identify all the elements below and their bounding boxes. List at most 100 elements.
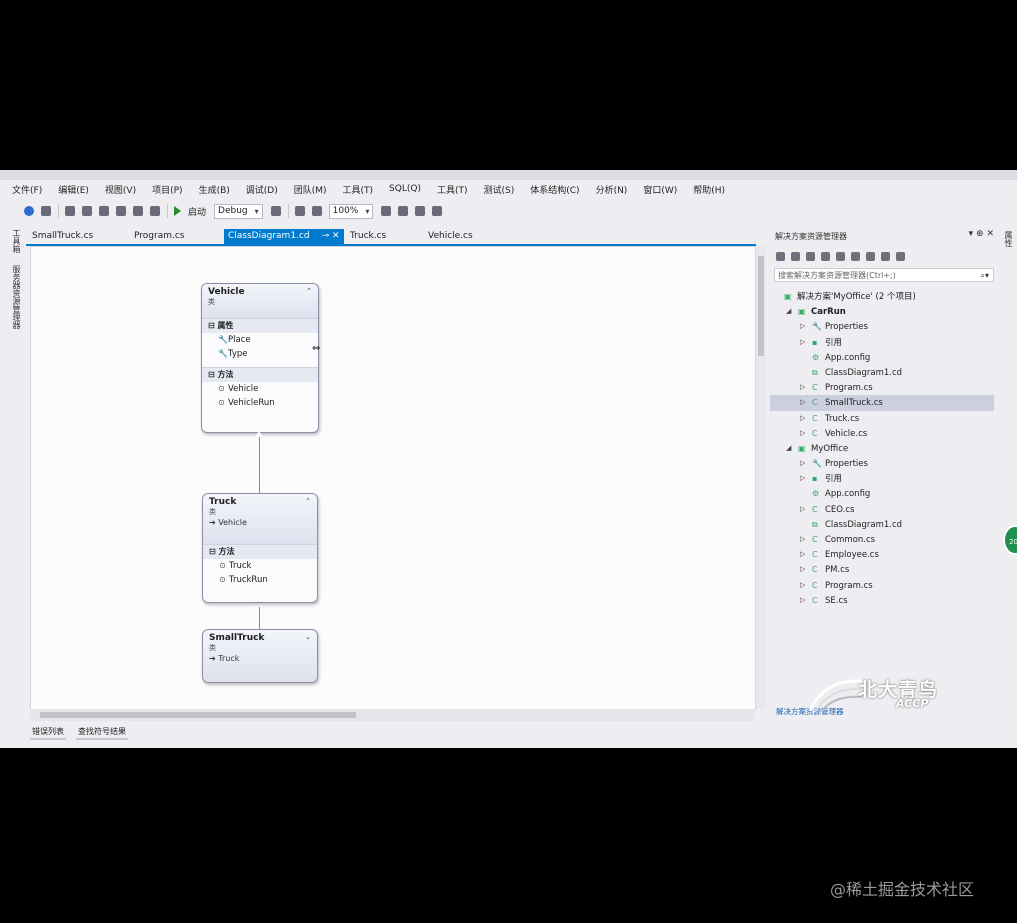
resize-handle-icon[interactable]: ⇔ [312,343,320,354]
tree-item[interactable]: ▷ C Program.cs [770,380,994,395]
scroll-thumb[interactable] [758,256,764,356]
sync-icon[interactable] [821,251,830,261]
tree-item[interactable]: ▷ ▪ 引用 [770,471,994,486]
expand-arrow-icon[interactable]: ▷ [800,502,805,517]
tree-item[interactable]: ▷ ▪ 引用 [770,335,994,350]
tree-item[interactable]: ▷ C CEO.cs [770,502,994,517]
expand-icon[interactable]: ⌄ [305,633,311,641]
tree-item[interactable]: ⚙ App.config [770,486,994,501]
tree-item[interactable]: ◢ ▣ MyOffice [770,441,994,456]
solution-config-select[interactable]: Debug [214,203,263,219]
menu-item[interactable]: SQL(Q) [389,184,421,194]
menu-item[interactable]: 生成(B) [199,183,230,196]
home-icon[interactable] [806,251,815,261]
properties-icon[interactable] [896,251,905,261]
tab-vehicle-cs[interactable]: Vehicle.cs [428,229,473,244]
refresh-icon[interactable] [836,251,845,261]
new-project-icon[interactable] [65,206,75,216]
menu-item[interactable]: 文件(F) [12,183,42,196]
floating-badge-icon[interactable]: 20 [1003,525,1017,555]
back-icon[interactable] [24,206,34,216]
toolbox-tab[interactable]: 工具箱 [11,229,22,253]
expand-arrow-icon[interactable]: ▷ [800,411,805,426]
member-row[interactable]: ⊙ VehicleRun [202,396,318,410]
tree-item[interactable]: ▷ 🔧 Properties [770,456,994,471]
expand-arrow-icon[interactable]: ▷ [800,547,805,562]
tab-smalltruck-cs[interactable]: SmallTruck.cs [32,229,93,244]
forward-icon[interactable] [791,251,800,261]
tree-item[interactable]: ▷ 🔧 Properties [770,319,994,334]
zoom-out-icon[interactable] [311,206,322,216]
forward-icon[interactable] [41,206,51,216]
tab-program-cs[interactable]: Program.cs [134,229,184,244]
solution-search-input[interactable]: 搜索解决方案资源管理器(Ctrl+;) ⌕▾ [774,268,994,282]
save-icon[interactable] [99,206,109,216]
expand-arrow-icon[interactable]: ▷ [800,335,805,350]
tree-item[interactable]: ⧉ ClassDiagram1.cd [770,365,994,380]
tab-truck-cs[interactable]: Truck.cs [350,229,386,244]
menu-item[interactable]: 视图(V) [105,183,136,196]
tab-error-list[interactable]: 错误列表 [30,726,66,740]
tree-item[interactable]: ⧉ ClassDiagram1.cd [770,517,994,532]
tree-item[interactable]: ▷ C Truck.cs [770,411,994,426]
scroll-thumb[interactable] [40,712,356,718]
expand-arrow-icon[interactable]: ▷ [800,319,805,334]
tree-item[interactable]: ⚙ App.config [770,350,994,365]
expand-arrow-icon[interactable]: ▷ [800,426,805,441]
menu-item[interactable]: 帮助(H) [693,183,725,196]
menu-item[interactable]: 测试(S) [484,183,515,196]
save-all-icon[interactable] [116,206,126,216]
tree-item[interactable]: ▷ C Program.cs [770,578,994,593]
member-row[interactable]: ⊙ Truck [203,559,317,573]
expand-arrow-icon[interactable]: ▷ [800,471,805,486]
start-button[interactable]: 启动 [188,205,206,218]
expand-arrow-icon[interactable]: ▷ [800,578,805,593]
tree-item[interactable]: ◢ ▣ CarRun [770,304,994,319]
start-icon[interactable] [174,206,181,216]
compartment-header-methods[interactable]: ⊟ 方法 [203,544,317,559]
tab-find-symbol-results[interactable]: 查找符号结果 [76,726,128,740]
properties-tab[interactable]: 属性 [1003,231,1014,247]
collapse-arrow-icon[interactable]: ◢ [786,304,791,319]
expand-arrow-icon[interactable]: ▷ [800,532,805,547]
collapse-icon[interactable]: ⌃ [305,497,311,505]
member-row[interactable]: ⊙ TruckRun [203,573,317,587]
menu-item[interactable]: 项目(P) [152,183,182,196]
member-row[interactable]: 🔧Place [202,333,318,347]
expand-arrow-icon[interactable]: ▷ [800,562,805,577]
redo-icon[interactable] [150,206,160,216]
search-icon[interactable]: ⌕▾ [981,269,990,283]
tree-item[interactable]: ▷ C Common.cs [770,532,994,547]
member-row[interactable]: ⊙ Vehicle [202,382,318,396]
compartment-header-methods[interactable]: ⊟ 方法 [202,367,318,382]
toolbar-options-icon[interactable] [432,206,443,216]
undo-icon[interactable] [133,206,143,216]
menu-item[interactable]: 窗口(W) [643,183,677,196]
class-shape-truck[interactable]: Truck 类 ➔ Vehicle ⌃ ⊟ 方法 ⊙ Truck ⊙ TruckRu… [202,493,318,603]
panel-pin-close-icons[interactable]: ▾ ⊕ ✕ [969,229,994,239]
layout-icon[interactable] [398,206,409,216]
menu-item[interactable]: 分析(N) [596,183,628,196]
class-shape-vehicle[interactable]: Vehicle 类 ⌃ ⊟ 属性 🔧Place 🔧Type ⊟ 方法 ⊙ Vehi… [201,283,319,433]
class-shape-smalltruck[interactable]: SmallTruck 类 ➔ Truck ⌄ [202,629,318,683]
tree-item[interactable]: ▣ 解决方案'MyOffice' (2 个项目) [770,289,994,304]
expand-arrow-icon[interactable]: ▷ [800,456,805,471]
expand-arrow-icon[interactable]: ▷ [800,593,805,608]
export-icon[interactable] [415,206,426,216]
menu-item[interactable]: 调试(D) [246,183,278,196]
show-all-icon[interactable] [866,251,875,261]
tree-item[interactable]: ▷ C Vehicle.cs [770,426,994,441]
server-explorer-tab[interactable]: 服务器资源管理器 [11,265,22,329]
expand-arrow-icon[interactable]: ▷ [800,380,805,395]
menu-item[interactable]: 工具(T) [437,183,468,196]
tree-item[interactable]: ▷ C Employee.cs [770,547,994,562]
collapse-all-icon[interactable] [851,251,860,261]
open-file-icon[interactable] [82,206,92,216]
expand-arrow-icon[interactable]: ▷ [800,395,805,410]
collapse-arrow-icon[interactable]: ◢ [786,441,791,456]
menu-item[interactable]: 体系结构(C) [530,183,579,196]
tree-item[interactable]: ▷ C PM.cs [770,562,994,577]
tree-item[interactable]: ▷ C SmallTruck.cs [770,395,994,411]
compartment-header-properties[interactable]: ⊟ 属性 [202,318,318,333]
member-row[interactable]: 🔧Type [202,347,318,361]
